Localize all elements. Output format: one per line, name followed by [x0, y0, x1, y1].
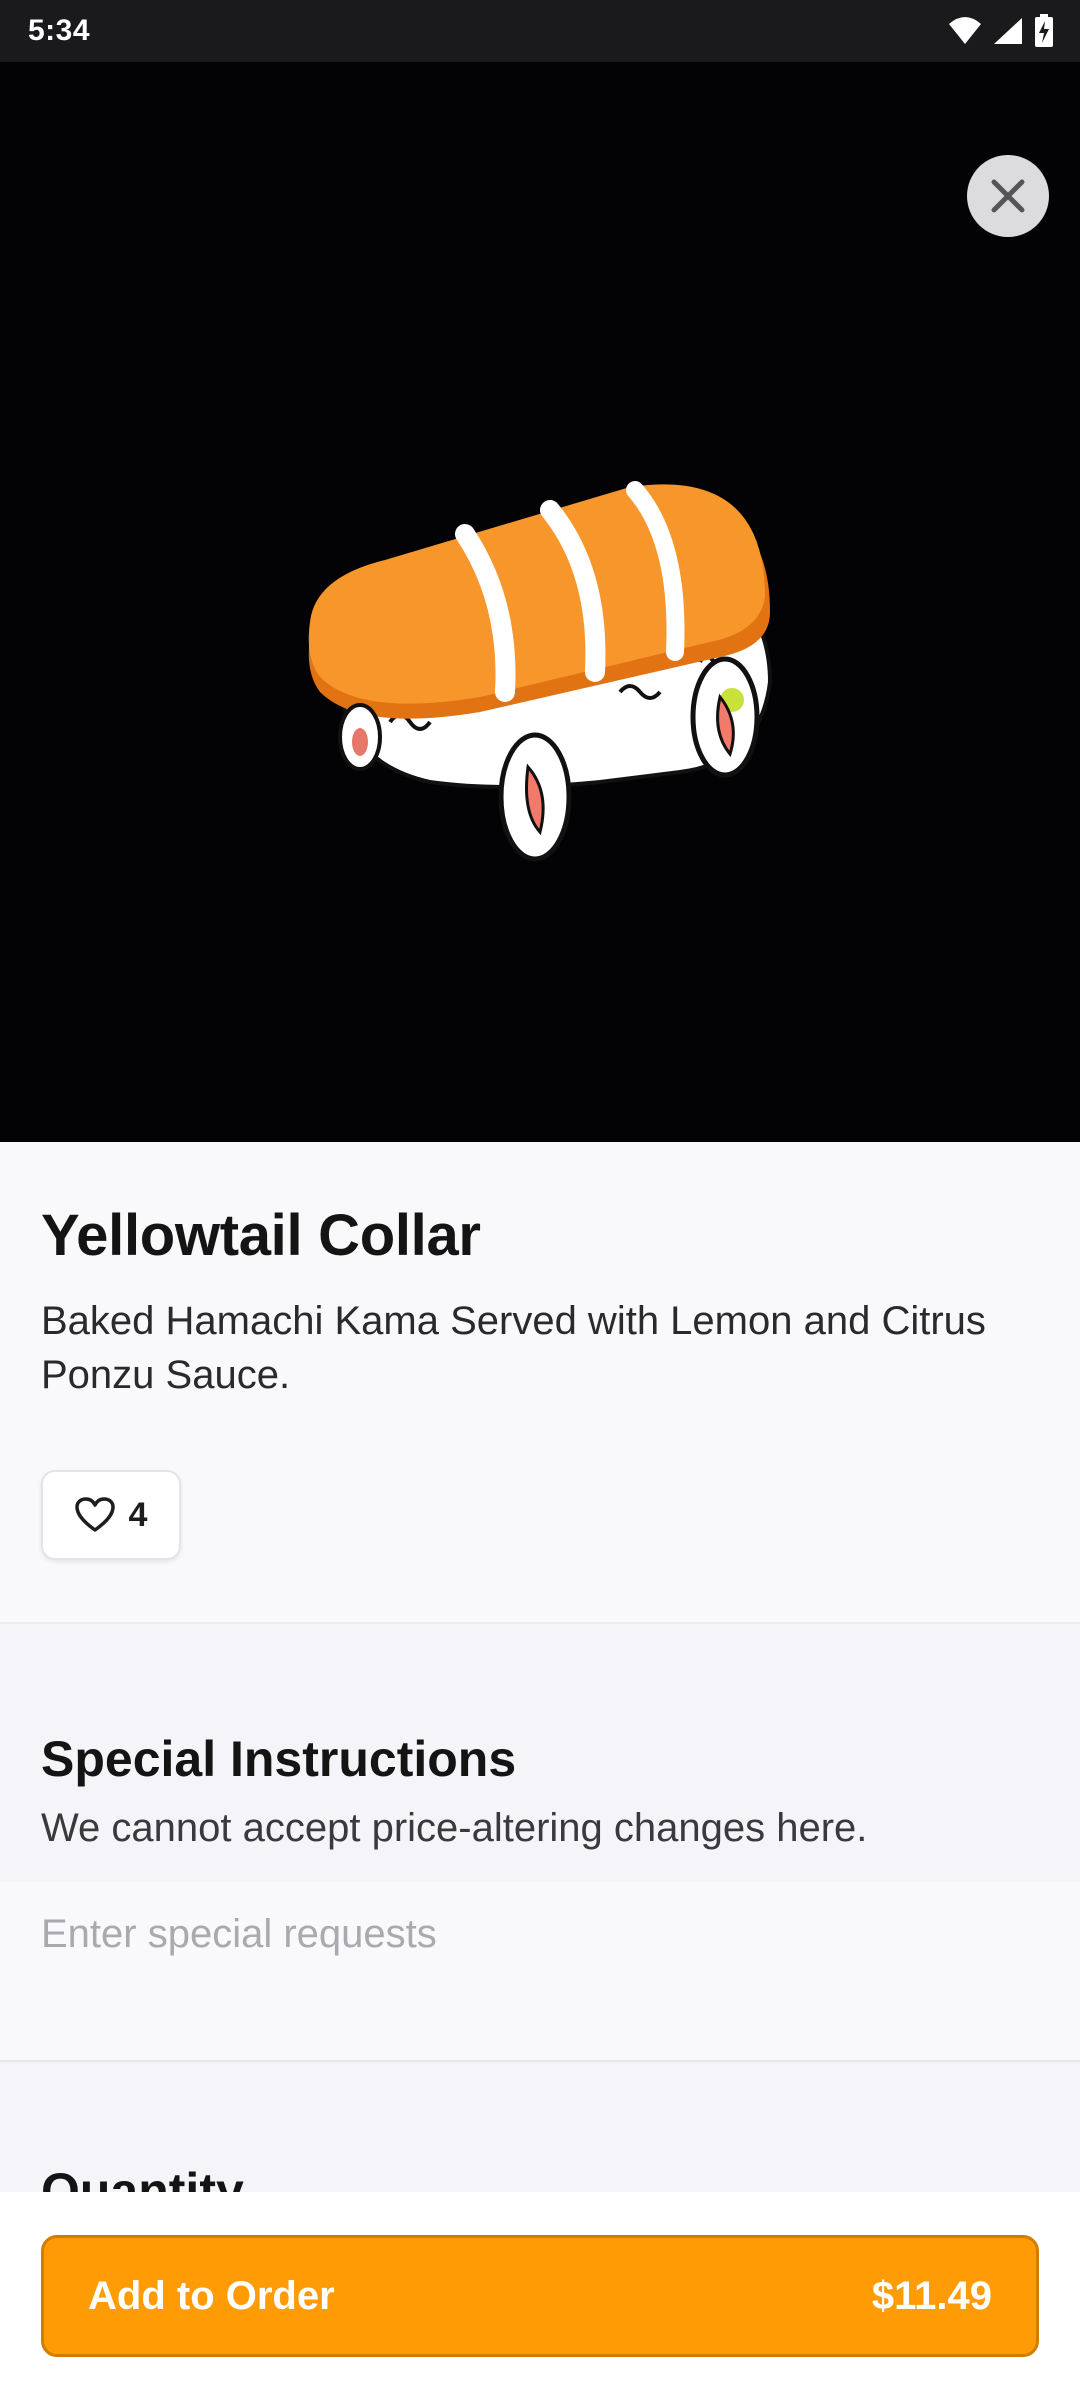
status-icons [948, 14, 1054, 48]
quantity-title: Quantity [41, 2163, 244, 2192]
status-bar: 5:34 [0, 0, 1080, 62]
like-count: 4 [128, 1495, 148, 1534]
like-button[interactable]: 4 [41, 1470, 181, 1560]
item-title: Yellowtail Collar [41, 1203, 481, 1268]
item-description: Baked Hamachi Kama Served with Lemon and… [41, 1299, 986, 1397]
close-icon [991, 179, 1025, 213]
quantity-section: Quantity [0, 2062, 1080, 2192]
heart-outline-icon [74, 1497, 115, 1532]
item-price: $11.49 [871, 2273, 992, 2318]
signal-icon [994, 18, 1022, 44]
wifi-icon [949, 17, 981, 44]
add-to-order-label: Add to Order [88, 2273, 335, 2318]
special-instructions-subtitle: We cannot accept price-altering changes … [41, 1806, 868, 1850]
item-hero-image [0, 62, 1080, 1142]
close-button[interactable] [967, 155, 1049, 237]
special-requests-input[interactable] [41, 1912, 1041, 2032]
special-requests-area [0, 1882, 1080, 2062]
item-details: Yellowtail Collar Baked Hamachi Kama Ser… [0, 1142, 1080, 1624]
add-to-order-button[interactable]: Add to Order $11.49 [41, 2235, 1039, 2357]
battery-charging-icon [1035, 14, 1053, 47]
bottom-bar: Add to Order $11.49 [0, 2192, 1080, 2400]
status-time: 5:34 [28, 14, 91, 47]
special-instructions-title: Special Instructions [41, 1731, 517, 1787]
special-instructions-section: Special Instructions We cannot accept pr… [0, 1624, 1080, 1884]
sushi-car-logo [308, 481, 773, 862]
